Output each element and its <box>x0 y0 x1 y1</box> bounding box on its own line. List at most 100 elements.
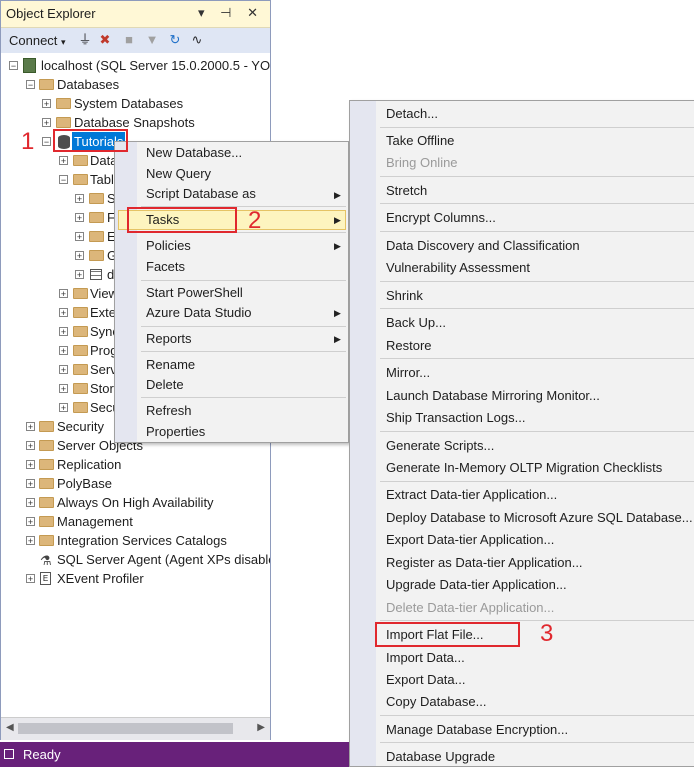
expand-icon[interactable]: + <box>59 365 68 375</box>
expand-icon[interactable]: + <box>59 308 68 318</box>
menu-item-azure-data-studio[interactable]: Azure Data Studio <box>146 303 252 323</box>
expand-icon[interactable]: + <box>42 118 51 128</box>
expand-icon[interactable]: + <box>26 574 35 584</box>
expand-icon[interactable]: + <box>26 536 35 546</box>
submenu-arrow-icon: ▶ <box>334 308 341 318</box>
annotation-box-2 <box>127 207 237 233</box>
expand-icon[interactable]: + <box>59 156 68 166</box>
tree-node-server[interactable]: − localhost (SQL Server 15.0.2000.5 - YO… <box>1 56 270 75</box>
menu-item-mirroring-monitor[interactable]: Launch Database Mirroring Monitor... <box>386 386 600 406</box>
menu-item-take-offline[interactable]: Take Offline <box>386 131 454 151</box>
menu-item-oltp-migration-checklists[interactable]: Generate In-Memory OLTP Migration Checkl… <box>386 458 662 478</box>
menu-item-generate-scripts[interactable]: Generate Scripts... <box>386 436 494 456</box>
refresh-icon[interactable]: ↻ <box>167 32 183 48</box>
menu-item-restore[interactable]: Restore <box>386 336 432 356</box>
menu-separator <box>380 358 694 359</box>
annotation-number-1: 1 <box>21 128 35 155</box>
expand-icon[interactable]: + <box>59 346 68 356</box>
menu-item-stretch[interactable]: Stretch <box>386 181 427 201</box>
folder-icon <box>39 459 54 470</box>
menu-item-copy-database[interactable]: Copy Database... <box>386 692 486 712</box>
expand-icon[interactable]: + <box>59 327 68 337</box>
scrollbar-thumb[interactable] <box>18 723 233 734</box>
database-context-menu: New Database... New Query Script Databas… <box>114 141 349 443</box>
menu-separator <box>141 326 346 327</box>
collapse-icon[interactable]: − <box>59 175 68 185</box>
collapse-icon[interactable]: − <box>9 61 18 71</box>
menu-item-encrypt-columns[interactable]: Encrypt Columns... <box>386 208 496 228</box>
expand-icon[interactable]: + <box>59 403 68 413</box>
scroll-right-icon[interactable]: ▶ <box>257 722 265 733</box>
folder-icon <box>39 497 54 508</box>
folder-icon <box>73 364 88 375</box>
tree-node-sql-agent[interactable]: ⚗ SQL Server Agent (Agent XPs disabled <box>1 550 270 569</box>
connect-button[interactable]: Connect ▾ <box>9 33 66 48</box>
menu-item-mirror[interactable]: Mirror... <box>386 363 430 383</box>
folder-icon <box>39 79 54 90</box>
menu-item-script-database-as[interactable]: Script Database as <box>146 184 346 204</box>
scroll-left-icon[interactable]: ◀ <box>6 722 14 733</box>
expand-icon[interactable]: + <box>26 460 35 470</box>
menu-item-shrink[interactable]: Shrink <box>386 286 423 306</box>
menu-item-refresh[interactable]: Refresh <box>146 401 192 421</box>
collapse-icon[interactable]: − <box>42 137 51 147</box>
expand-icon[interactable]: + <box>75 213 84 223</box>
menu-item-database-upgrade[interactable]: Database Upgrade <box>386 747 495 767</box>
object-explorer-toolbar: Connect ▾ ⏚ ✖ ■ ▼ ↻ ∿ <box>1 28 270 53</box>
menu-item-import-data[interactable]: Import Data... <box>386 648 465 668</box>
expand-icon[interactable]: + <box>26 441 35 451</box>
menu-item-rename[interactable]: Rename <box>146 355 195 375</box>
object-explorer-titlebar: Object Explorer ▾ ⊣ ✕ <box>1 1 270 28</box>
menu-item-policies[interactable]: Policies <box>146 236 191 256</box>
menu-item-facets[interactable]: Facets <box>146 257 185 277</box>
menu-item-export-data-tier[interactable]: Export Data-tier Application... <box>386 530 554 550</box>
menu-item-vulnerability-assessment[interactable]: Vulnerability Assessment <box>386 258 530 278</box>
expand-icon[interactable]: + <box>26 498 35 508</box>
menu-separator <box>141 397 346 398</box>
collapse-icon[interactable]: − <box>26 80 35 90</box>
chevron-down-icon: ▾ <box>61 37 66 47</box>
menu-item-extract-data-tier[interactable]: Extract Data-tier Application... <box>386 485 557 505</box>
activity-icon[interactable]: ∿ <box>189 32 205 48</box>
menu-item-delete[interactable]: Delete <box>146 375 184 395</box>
expand-icon[interactable]: + <box>59 289 68 299</box>
expand-icon[interactable]: + <box>75 232 84 242</box>
folder-icon <box>89 231 104 242</box>
expand-icon[interactable]: + <box>42 99 51 109</box>
menu-item-export-data[interactable]: Export Data... <box>386 670 465 690</box>
stop-icon[interactable]: ■ <box>121 32 137 48</box>
menu-item-properties[interactable]: Properties <box>146 422 205 442</box>
expand-icon[interactable]: + <box>75 251 84 261</box>
menu-item-register-data-tier[interactable]: Register as Data-tier Application... <box>386 553 583 573</box>
horizontal-scrollbar[interactable]: ◀ ▶ <box>1 717 270 740</box>
menu-item-back-up[interactable]: Back Up... <box>386 313 446 333</box>
menu-item-manage-encryption[interactable]: Manage Database Encryption... <box>386 720 568 740</box>
expand-icon[interactable]: + <box>75 194 84 204</box>
menu-item-delete-data-tier: Delete Data-tier Application... <box>386 600 555 615</box>
menu-item-start-powershell[interactable]: Start PowerShell <box>146 283 243 303</box>
folder-icon <box>89 250 104 261</box>
expand-icon[interactable]: + <box>26 422 35 432</box>
folder-icon <box>73 402 88 413</box>
panel-window-buttons[interactable]: ▾ ⊣ ✕ <box>198 5 264 21</box>
menu-item-reports[interactable]: Reports <box>146 329 192 349</box>
submenu-arrow-icon: ▶ <box>334 334 341 344</box>
expand-icon[interactable]: + <box>26 517 35 527</box>
annotation-box-3 <box>375 622 520 647</box>
menu-item-new-database[interactable]: New Database... <box>146 143 242 163</box>
expand-icon[interactable]: + <box>26 479 35 489</box>
filter-icon[interactable]: ▼ <box>144 32 160 48</box>
menu-item-detach[interactable]: Detach... <box>386 104 438 124</box>
folder-icon <box>73 326 88 337</box>
menu-item-new-query[interactable]: New Query <box>146 164 211 184</box>
folder-icon <box>39 421 54 432</box>
expand-icon[interactable]: + <box>75 270 84 280</box>
menu-item-data-discovery[interactable]: Data Discovery and Classification <box>386 236 580 256</box>
expand-icon[interactable]: + <box>59 384 68 394</box>
menu-item-upgrade-data-tier[interactable]: Upgrade Data-tier Application... <box>386 575 567 595</box>
menu-item-ship-transaction-logs[interactable]: Ship Transaction Logs... <box>386 408 525 428</box>
disconnect-icon[interactable]: ✖ <box>97 32 113 48</box>
menu-item-deploy-to-azure[interactable]: Deploy Database to Microsoft Azure SQL D… <box>386 508 693 528</box>
plug-icon[interactable]: ⏚ <box>77 32 93 48</box>
submenu-arrow-icon: ▶ <box>334 190 341 200</box>
